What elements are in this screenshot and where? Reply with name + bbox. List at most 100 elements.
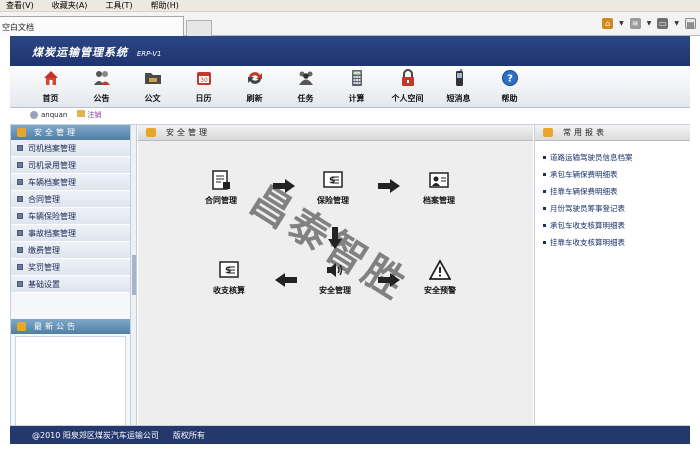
bullet-icon [17, 196, 23, 202]
nav-label: 帮助 [501, 94, 518, 103]
nav-calculator[interactable]: 计算 [331, 66, 382, 108]
bullet-icon [17, 264, 23, 270]
bullet-icon [543, 173, 546, 176]
bullet-icon [17, 247, 23, 253]
sidebar-splitter[interactable] [131, 125, 137, 425]
sidebar-item-label: 基础设置 [28, 279, 60, 289]
menu-tools[interactable]: 工具(T) [105, 0, 132, 11]
sidebar-item-label: 合同管理 [28, 194, 60, 204]
flow-node-warning[interactable]: 安全预警 [410, 259, 470, 296]
nav-refresh[interactable]: 刷新 [229, 66, 280, 108]
flow-node-archive[interactable]: 档案管理 [409, 169, 469, 206]
notice-list [15, 336, 126, 426]
svg-text:?: ? [507, 74, 513, 85]
nav-documents[interactable]: 公文 [127, 66, 178, 108]
bullet-icon [17, 230, 23, 236]
sidebar-header[interactable]: 安全管理 [11, 125, 130, 140]
bullet-icon [17, 179, 23, 185]
report-link[interactable]: 道路运输驾驶员信息档案 [543, 149, 690, 166]
sidebar-item-driver-hiring[interactable]: 司机录用管理 [11, 157, 130, 174]
nav-label: 计算 [348, 94, 365, 103]
sidebar-item-accident-archive[interactable]: 事故档案管理 [11, 225, 130, 242]
report-label: 月份驾驶员筹事登记表 [550, 204, 625, 213]
menu-help[interactable]: 帮助(H) [151, 0, 179, 11]
app-subtitle: ERP-V1 [136, 50, 162, 58]
sidebar-item-label: 司机档案管理 [28, 143, 76, 153]
sidebar-item-vehicle-archive[interactable]: 车辆档案管理 [11, 174, 130, 191]
report-link[interactable]: 承包车辆保费明细表 [543, 166, 690, 183]
sidebar-item-contract[interactable]: 合同管理 [11, 191, 130, 208]
flow-node-insurance[interactable]: $ 保险管理 [303, 169, 363, 206]
sidebar-item-vehicle-insurance[interactable]: 车辆保险管理 [11, 208, 130, 225]
app-header: 煤炭运输管理系统 ERP-V1 [10, 36, 690, 66]
flow-node-finance[interactable]: $ 收支核算 [199, 259, 259, 296]
nav-label: 任务 [297, 94, 314, 103]
sidebar-item-label: 车辆保险管理 [28, 211, 76, 221]
flow-node-contract[interactable]: 合同管理 [191, 169, 251, 206]
menu-favorites[interactable]: 收藏夹(A) [52, 0, 88, 11]
main-frame: 安全管理 司机档案管理 司机录用管理 车辆档案管理 合同管理 车辆保险管理 事故… [10, 124, 690, 426]
speaker-icon [324, 259, 346, 281]
browser-tab[interactable]: 空白文档 [0, 16, 184, 36]
sidebar-item-label: 奖罚管理 [28, 262, 60, 272]
help-icon: ? [501, 69, 519, 87]
chevron-down-icon[interactable]: ▼ [619, 20, 624, 27]
nav-notice[interactable]: 公告 [76, 66, 127, 108]
arrow-right-icon [273, 179, 295, 193]
flow-node-safety[interactable]: 安全管理 [305, 259, 365, 296]
nav-home[interactable]: 首页 [25, 66, 76, 108]
sidebar-item-basic-settings[interactable]: 基础设置 [11, 276, 130, 293]
report-link[interactable]: 挂靠车辆保费明细表 [543, 183, 690, 200]
chevron-down-icon[interactable]: ▼ [647, 20, 652, 27]
main-nav: 首页 公告 公文 30 日历 刷新 任务 计算 个人空间 短消息 ? 帮助 [10, 66, 690, 108]
rights-text: 版权所有 [172, 430, 205, 440]
username: anquan [41, 111, 68, 119]
nav-personal-space[interactable]: 个人空间 [382, 66, 433, 108]
calendar-icon: 30 [195, 69, 213, 87]
notice-header[interactable]: 最新公告 [11, 319, 130, 334]
home-icon[interactable]: ⌂ [602, 18, 614, 29]
report-link[interactable]: 月份驾驶员筹事登记表 [543, 200, 690, 217]
phone-icon [450, 69, 468, 87]
bullet-icon [17, 281, 23, 287]
print-icon[interactable]: ▭ [657, 18, 669, 29]
browser-menu-bar: 查看(V) 收藏夹(A) 工具(T) 帮助(H) [0, 0, 700, 12]
page-icon[interactable]: ▤ [685, 18, 696, 29]
report-label: 承包车收支核算明细表 [550, 221, 625, 230]
logout-link[interactable]: 注销 [77, 110, 101, 120]
bullet-icon [543, 156, 546, 159]
report-link[interactable]: 挂靠车收支核算明细表 [543, 234, 690, 251]
menu-view[interactable]: 查看(V) [6, 0, 34, 11]
report-link[interactable]: 承包车收支核算明细表 [543, 217, 690, 234]
sidebar-item-payment[interactable]: 缴费管理 [11, 242, 130, 259]
logout-label: 注销 [87, 111, 102, 119]
sidebar-item-label: 车辆档案管理 [28, 177, 76, 187]
splitter-grip[interactable] [132, 255, 136, 295]
notice-icon [17, 322, 26, 331]
chevron-down-icon[interactable]: ▼ [674, 20, 679, 27]
sidebar-item-driver-archive[interactable]: 司机档案管理 [11, 140, 130, 157]
refresh-icon [246, 69, 264, 87]
nav-calendar[interactable]: 30 日历 [178, 66, 229, 108]
nav-messages[interactable]: 短消息 [433, 66, 484, 108]
bullet-icon [543, 241, 546, 244]
flow-node-label: 合同管理 [205, 196, 237, 205]
right-panel: 常用报表 道路运输驾驶员信息档案 承包车辆保费明细表 挂靠车辆保费明细表 月份驾… [534, 125, 690, 425]
reports-title: 常用报表 [563, 128, 607, 137]
browser-toolbar: ⌂ ▼ ≋ ▼ ▭ ▼ ▤ [602, 18, 696, 29]
nav-label: 刷新 [246, 94, 263, 103]
center-panel: 安全管理 合同管理 $ 保险管理 档案管理 $ 收支核算 安全管理 安全预警 昌… [138, 125, 533, 425]
new-tab-button[interactable] [186, 20, 212, 36]
flow-node-label: 安全预警 [424, 286, 456, 295]
sidebar-item-reward-penalty[interactable]: 奖罚管理 [11, 259, 130, 276]
sidebar-item-label: 司机录用管理 [28, 160, 76, 170]
nav-label: 日历 [195, 94, 212, 103]
flow-node-label: 安全管理 [319, 286, 351, 295]
app-title: 煤炭运输管理系统 [32, 46, 128, 59]
nav-help[interactable]: ? 帮助 [484, 66, 535, 108]
safety-flow-diagram: 合同管理 $ 保险管理 档案管理 $ 收支核算 安全管理 安全预警 昌泰智胜 [138, 141, 533, 425]
rss-icon[interactable]: ≋ [629, 18, 641, 29]
sidebar-item-label: 事故档案管理 [28, 228, 76, 238]
module-icon [543, 128, 553, 137]
nav-tasks[interactable]: 任务 [280, 66, 331, 108]
